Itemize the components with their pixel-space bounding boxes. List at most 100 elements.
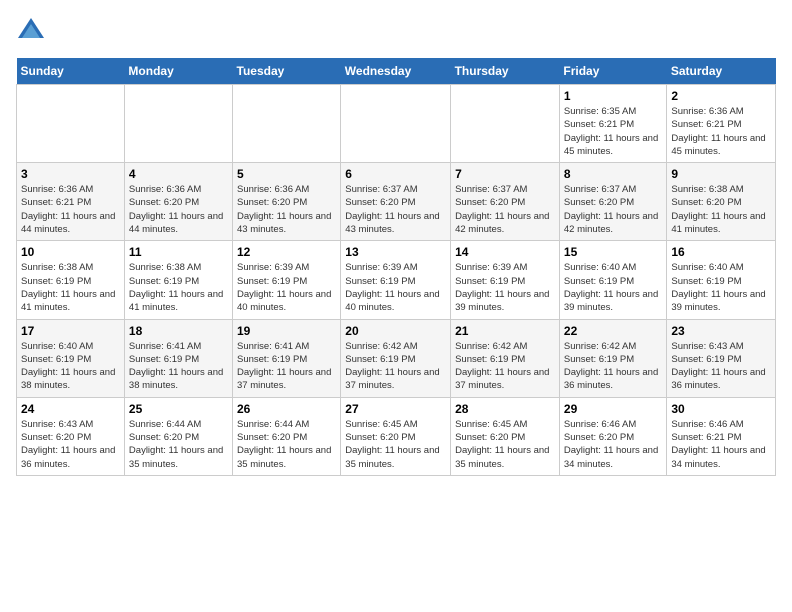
header-cell-thursday: Thursday: [451, 58, 560, 85]
day-info: Sunrise: 6:44 AM Sunset: 6:20 PM Dayligh…: [129, 418, 228, 471]
day-info: Sunrise: 6:43 AM Sunset: 6:19 PM Dayligh…: [671, 340, 771, 393]
day-info: Sunrise: 6:38 AM Sunset: 6:19 PM Dayligh…: [21, 261, 120, 314]
day-cell: 8 Sunrise: 6:37 AM Sunset: 6:20 PM Daylig…: [559, 163, 666, 241]
day-number: 20: [345, 324, 446, 338]
header-cell-sunday: Sunday: [17, 58, 125, 85]
day-number: 13: [345, 245, 446, 259]
day-info: Sunrise: 6:39 AM Sunset: 6:19 PM Dayligh…: [237, 261, 336, 314]
week-row-2: 3 Sunrise: 6:36 AM Sunset: 6:21 PM Daylig…: [17, 163, 776, 241]
day-info: Sunrise: 6:43 AM Sunset: 6:20 PM Dayligh…: [21, 418, 120, 471]
day-number: 12: [237, 245, 336, 259]
day-cell: 11 Sunrise: 6:38 AM Sunset: 6:19 PM Dayli…: [124, 241, 232, 319]
day-cell: 15 Sunrise: 6:40 AM Sunset: 6:19 PM Dayli…: [559, 241, 666, 319]
day-cell: 1Sunrise: 6:35 AM Sunset: 6:21 PM Daylig…: [559, 85, 666, 163]
day-number: 16: [671, 245, 771, 259]
day-info: Sunrise: 6:41 AM Sunset: 6:19 PM Dayligh…: [129, 340, 228, 393]
day-cell: 19 Sunrise: 6:41 AM Sunset: 6:19 PM Dayli…: [233, 319, 341, 397]
day-info: Sunrise: 6:37 AM Sunset: 6:20 PM Dayligh…: [455, 183, 555, 236]
day-number: 18: [129, 324, 228, 338]
day-number: 27: [345, 402, 446, 416]
day-cell: [451, 85, 560, 163]
day-cell: 2Sunrise: 6:36 AM Sunset: 6:21 PM Daylig…: [667, 85, 776, 163]
day-cell: 25 Sunrise: 6:44 AM Sunset: 6:20 PM Dayli…: [124, 397, 232, 475]
day-cell: 5Sunrise: 6:36 AM Sunset: 6:20 PM Daylig…: [233, 163, 341, 241]
day-cell: 12 Sunrise: 6:39 AM Sunset: 6:19 PM Dayli…: [233, 241, 341, 319]
day-cell: 3 Sunrise: 6:36 AM Sunset: 6:21 PM Daylig…: [17, 163, 125, 241]
day-number: 22: [564, 324, 662, 338]
day-cell: 26Sunrise: 6:44 AM Sunset: 6:20 PM Dayli…: [233, 397, 341, 475]
day-number: 15: [564, 245, 662, 259]
day-info: Sunrise: 6:39 AM Sunset: 6:19 PM Dayligh…: [345, 261, 446, 314]
day-number: 24: [21, 402, 120, 416]
day-number: 8: [564, 167, 662, 181]
day-number: 10: [21, 245, 120, 259]
calendar-body: 1Sunrise: 6:35 AM Sunset: 6:21 PM Daylig…: [17, 85, 776, 476]
day-cell: 29 Sunrise: 6:46 AM Sunset: 6:20 PM Dayli…: [559, 397, 666, 475]
day-cell: 20 Sunrise: 6:42 AM Sunset: 6:19 PM Dayli…: [341, 319, 451, 397]
day-number: 26: [237, 402, 336, 416]
logo: [16, 16, 50, 46]
day-info: Sunrise: 6:40 AM Sunset: 6:19 PM Dayligh…: [671, 261, 771, 314]
header-cell-tuesday: Tuesday: [233, 58, 341, 85]
day-cell: 16 Sunrise: 6:40 AM Sunset: 6:19 PM Dayli…: [667, 241, 776, 319]
day-number: 23: [671, 324, 771, 338]
day-number: 6: [345, 167, 446, 181]
day-cell: 9 Sunrise: 6:38 AM Sunset: 6:20 PM Daylig…: [667, 163, 776, 241]
day-cell: 23 Sunrise: 6:43 AM Sunset: 6:19 PM Dayli…: [667, 319, 776, 397]
day-info: Sunrise: 6:45 AM Sunset: 6:20 PM Dayligh…: [345, 418, 446, 471]
day-number: 29: [564, 402, 662, 416]
day-cell: [124, 85, 232, 163]
day-cell: 7 Sunrise: 6:37 AM Sunset: 6:20 PM Daylig…: [451, 163, 560, 241]
day-cell: 22 Sunrise: 6:42 AM Sunset: 6:19 PM Dayli…: [559, 319, 666, 397]
day-number: 3: [21, 167, 120, 181]
day-number: 28: [455, 402, 555, 416]
day-cell: 18 Sunrise: 6:41 AM Sunset: 6:19 PM Dayli…: [124, 319, 232, 397]
day-number: 7: [455, 167, 555, 181]
day-info: Sunrise: 6:38 AM Sunset: 6:19 PM Dayligh…: [129, 261, 228, 314]
day-number: 14: [455, 245, 555, 259]
day-cell: 13 Sunrise: 6:39 AM Sunset: 6:19 PM Dayli…: [341, 241, 451, 319]
day-cell: 17 Sunrise: 6:40 AM Sunset: 6:19 PM Dayli…: [17, 319, 125, 397]
header-cell-friday: Friday: [559, 58, 666, 85]
header-row: SundayMondayTuesdayWednesdayThursdayFrid…: [17, 58, 776, 85]
day-number: 19: [237, 324, 336, 338]
day-info: Sunrise: 6:42 AM Sunset: 6:19 PM Dayligh…: [345, 340, 446, 393]
day-number: 30: [671, 402, 771, 416]
page-header: [16, 16, 776, 46]
day-info: Sunrise: 6:42 AM Sunset: 6:19 PM Dayligh…: [564, 340, 662, 393]
day-info: Sunrise: 6:40 AM Sunset: 6:19 PM Dayligh…: [564, 261, 662, 314]
day-info: Sunrise: 6:37 AM Sunset: 6:20 PM Dayligh…: [564, 183, 662, 236]
header-cell-wednesday: Wednesday: [341, 58, 451, 85]
day-cell: 24 Sunrise: 6:43 AM Sunset: 6:20 PM Dayli…: [17, 397, 125, 475]
day-info: Sunrise: 6:45 AM Sunset: 6:20 PM Dayligh…: [455, 418, 555, 471]
day-info: Sunrise: 6:38 AM Sunset: 6:20 PM Dayligh…: [671, 183, 771, 236]
calendar-header: SundayMondayTuesdayWednesdayThursdayFrid…: [17, 58, 776, 85]
day-info: Sunrise: 6:41 AM Sunset: 6:19 PM Dayligh…: [237, 340, 336, 393]
day-info: Sunrise: 6:42 AM Sunset: 6:19 PM Dayligh…: [455, 340, 555, 393]
week-row-4: 17 Sunrise: 6:40 AM Sunset: 6:19 PM Dayli…: [17, 319, 776, 397]
day-cell: [233, 85, 341, 163]
day-info: Sunrise: 6:40 AM Sunset: 6:19 PM Dayligh…: [21, 340, 120, 393]
day-cell: [17, 85, 125, 163]
day-info: Sunrise: 6:37 AM Sunset: 6:20 PM Dayligh…: [345, 183, 446, 236]
week-row-3: 10 Sunrise: 6:38 AM Sunset: 6:19 PM Dayli…: [17, 241, 776, 319]
day-cell: 6 Sunrise: 6:37 AM Sunset: 6:20 PM Daylig…: [341, 163, 451, 241]
day-number: 17: [21, 324, 120, 338]
header-cell-monday: Monday: [124, 58, 232, 85]
day-number: 11: [129, 245, 228, 259]
day-info: Sunrise: 6:36 AM Sunset: 6:21 PM Dayligh…: [21, 183, 120, 236]
day-cell: 27 Sunrise: 6:45 AM Sunset: 6:20 PM Dayli…: [341, 397, 451, 475]
week-row-5: 24 Sunrise: 6:43 AM Sunset: 6:20 PM Dayli…: [17, 397, 776, 475]
day-info: Sunrise: 6:46 AM Sunset: 6:20 PM Dayligh…: [564, 418, 662, 471]
day-cell: 4Sunrise: 6:36 AM Sunset: 6:20 PM Daylig…: [124, 163, 232, 241]
day-cell: 14Sunrise: 6:39 AM Sunset: 6:19 PM Dayli…: [451, 241, 560, 319]
day-info: Sunrise: 6:36 AM Sunset: 6:20 PM Dayligh…: [129, 183, 228, 236]
day-info: Sunrise: 6:46 AM Sunset: 6:21 PM Dayligh…: [671, 418, 771, 471]
day-number: 9: [671, 167, 771, 181]
day-number: 25: [129, 402, 228, 416]
day-info: Sunrise: 6:35 AM Sunset: 6:21 PM Dayligh…: [564, 105, 662, 158]
day-number: 21: [455, 324, 555, 338]
day-cell: 28 Sunrise: 6:45 AM Sunset: 6:20 PM Dayli…: [451, 397, 560, 475]
day-number: 5: [237, 167, 336, 181]
day-cell: 10 Sunrise: 6:38 AM Sunset: 6:19 PM Dayli…: [17, 241, 125, 319]
